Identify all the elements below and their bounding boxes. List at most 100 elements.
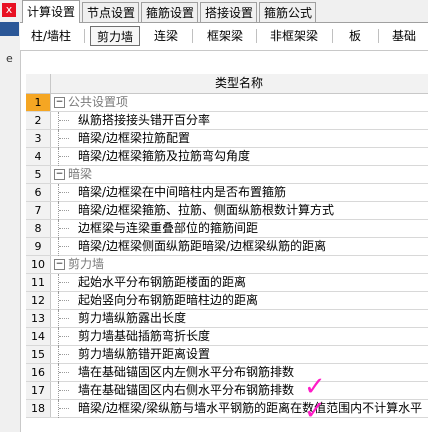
subtab-foundation[interactable]: 基础	[392, 26, 428, 46]
tree-branch	[59, 246, 69, 247]
subtab-separator	[192, 29, 193, 43]
tree-line	[58, 184, 60, 202]
table-row[interactable]: 2 纵筋搭接接头错开百分率	[26, 112, 428, 130]
table-row[interactable]: 15 剪力墙纵筋错开距离设置	[26, 346, 428, 364]
table-row[interactable]: 7 暗梁/边框梁箍筋、拉筋、侧面纵筋根数计算方式	[26, 202, 428, 220]
tree-branch	[59, 336, 69, 337]
left-panel-strip: x e	[0, 0, 21, 432]
table-row[interactable]: 8 边框梁与连梁重叠部位的箍筋间距	[26, 220, 428, 238]
table-row[interactable]: 18 暗梁/边框梁/梁纵筋与墙水平钢筋的距离在数值范围内不计算水平	[26, 400, 428, 418]
table-row[interactable]: 9 暗梁/边框梁侧面纵筋距暗梁/边框梁纵筋的距离	[26, 238, 428, 256]
tree-branch	[59, 300, 69, 301]
tree-line	[58, 328, 60, 346]
row-number: 1	[26, 94, 51, 111]
tab-stirrup-formula[interactable]: 箍筋公式	[259, 2, 316, 22]
table-group-row[interactable]: 5− 暗梁	[26, 166, 428, 184]
tree-line	[58, 130, 60, 148]
row-number: 4	[26, 148, 51, 165]
tree-line	[58, 400, 60, 418]
tree-branch	[59, 192, 69, 193]
row-number: 3	[26, 130, 51, 147]
row-number: 13	[26, 310, 51, 327]
setting-label: 墙在基础锚固区内左侧水平分布钢筋排数	[78, 365, 295, 379]
tree-line	[58, 364, 60, 382]
setting-label: 暗梁/边框梁拉筋配置	[78, 131, 191, 145]
subtab-coupling-beam[interactable]: 连梁	[146, 26, 186, 46]
table-row[interactable]: 13 剪力墙纵筋露出长度	[26, 310, 428, 328]
tab-node-settings[interactable]: 节点设置	[82, 2, 139, 22]
tree-branch	[59, 120, 69, 121]
row-number: 8	[26, 220, 51, 237]
tree-line	[58, 274, 60, 292]
tree-line	[58, 382, 60, 400]
tab-calc-settings[interactable]: 计算设置	[22, 0, 80, 23]
subtab-frame-beam[interactable]: 框架梁	[200, 26, 250, 46]
subtab-separator	[378, 29, 379, 43]
subtab-separator	[84, 29, 85, 43]
tree-line	[58, 292, 60, 310]
setting-label: 暗梁/边框梁侧面纵筋距暗梁/边框梁纵筋的距离	[78, 239, 327, 253]
tree-branch	[59, 228, 69, 229]
subtab-separator	[332, 29, 333, 43]
row-number: 6	[26, 184, 51, 201]
tree-branch	[59, 372, 69, 373]
row-number: 7	[26, 202, 51, 219]
row-number: 14	[26, 328, 51, 345]
row-number: 15	[26, 346, 51, 363]
row-number: 2	[26, 112, 51, 129]
table-group-row[interactable]: 10− 剪力墙	[26, 256, 428, 274]
setting-label: 墙在基础锚固区内右侧水平分布钢筋排数	[78, 383, 295, 397]
table-row[interactable]: 3 暗梁/边框梁拉筋配置	[26, 130, 428, 148]
tab-stirrup-settings[interactable]: 箍筋设置	[141, 2, 198, 22]
tree-branch	[59, 354, 69, 355]
tree-line	[58, 238, 60, 256]
group-label: 剪力墙	[68, 257, 105, 271]
setting-label: 剪力墙纵筋错开距离设置	[78, 347, 211, 361]
table-row[interactable]: 16 墙在基础锚固区内左侧水平分布钢筋排数	[26, 364, 428, 382]
tree-line	[58, 310, 60, 328]
setting-label: 暗梁/边框梁在中间暗柱内是否布置箍筋	[78, 185, 287, 199]
collapse-icon[interactable]: −	[54, 97, 65, 108]
table-row[interactable]: 4 暗梁/边框梁箍筋及拉筋弯勾角度	[26, 148, 428, 166]
left-panel-tab[interactable]	[0, 22, 19, 36]
table-row[interactable]: 17 墙在基础锚固区内右侧水平分布钢筋排数	[26, 382, 428, 400]
collapse-icon[interactable]: −	[54, 169, 65, 180]
table-group-row[interactable]: 1− 公共设置项	[26, 94, 428, 112]
table-row[interactable]: 14 剪力墙基础插筋弯折长度	[26, 328, 428, 346]
group-label: 暗梁	[68, 167, 93, 181]
component-tab-bar: 柱/墙柱 剪力墙 连梁 框架梁 非框架梁 板 基础	[20, 23, 428, 51]
subtab-shear-wall[interactable]: 剪力墙	[90, 26, 140, 46]
setting-label: 起始水平分布钢筋距楼面的距离	[78, 275, 247, 289]
row-number: 17	[26, 382, 51, 399]
tree-branch	[59, 318, 69, 319]
tree-branch	[59, 390, 69, 391]
tree-branch	[59, 210, 69, 211]
setting-label: 纵筋搭接接头错开百分率	[78, 113, 211, 127]
row-number: 9	[26, 238, 51, 255]
top-tab-bar: 计算设置 节点设置 箍筋设置 搭接设置 箍筋公式	[20, 0, 428, 23]
tree-branch	[59, 156, 69, 157]
tab-lap-settings[interactable]: 搭接设置	[200, 2, 257, 22]
tree-line	[58, 112, 60, 130]
setting-label: 暗梁/边框梁/梁纵筋与墙水平钢筋的距离在数值范围内不计算水平	[78, 401, 423, 415]
subtab-non-frame-beam[interactable]: 非框架梁	[262, 26, 326, 46]
tree-line	[58, 220, 60, 238]
table-row[interactable]: 12 起始竖向分布钢筋距暗柱边的距离	[26, 292, 428, 310]
tree-line	[58, 148, 60, 166]
row-number: 16	[26, 364, 51, 381]
table-header: 类型名称	[26, 74, 428, 94]
close-icon[interactable]: x	[2, 3, 16, 17]
row-number: 5	[26, 166, 51, 183]
table-row[interactable]: 6 暗梁/边框梁在中间暗柱内是否布置箍筋	[26, 184, 428, 202]
collapse-icon[interactable]: −	[54, 259, 65, 270]
subtab-slab[interactable]: 板	[340, 26, 370, 46]
table-row[interactable]: 11 起始水平分布钢筋距楼面的距离	[26, 274, 428, 292]
setting-label: 剪力墙基础插筋弯折长度	[78, 329, 211, 343]
tree-branch	[59, 282, 69, 283]
subtab-separator	[256, 29, 257, 43]
setting-label: 边框梁与连梁重叠部位的箍筋间距	[78, 221, 259, 235]
tree-branch	[59, 408, 69, 409]
subtab-column-wall-column[interactable]: 柱/墙柱	[24, 26, 78, 46]
tree-line	[58, 202, 60, 220]
column-header-type-name: 类型名称	[214, 76, 263, 90]
